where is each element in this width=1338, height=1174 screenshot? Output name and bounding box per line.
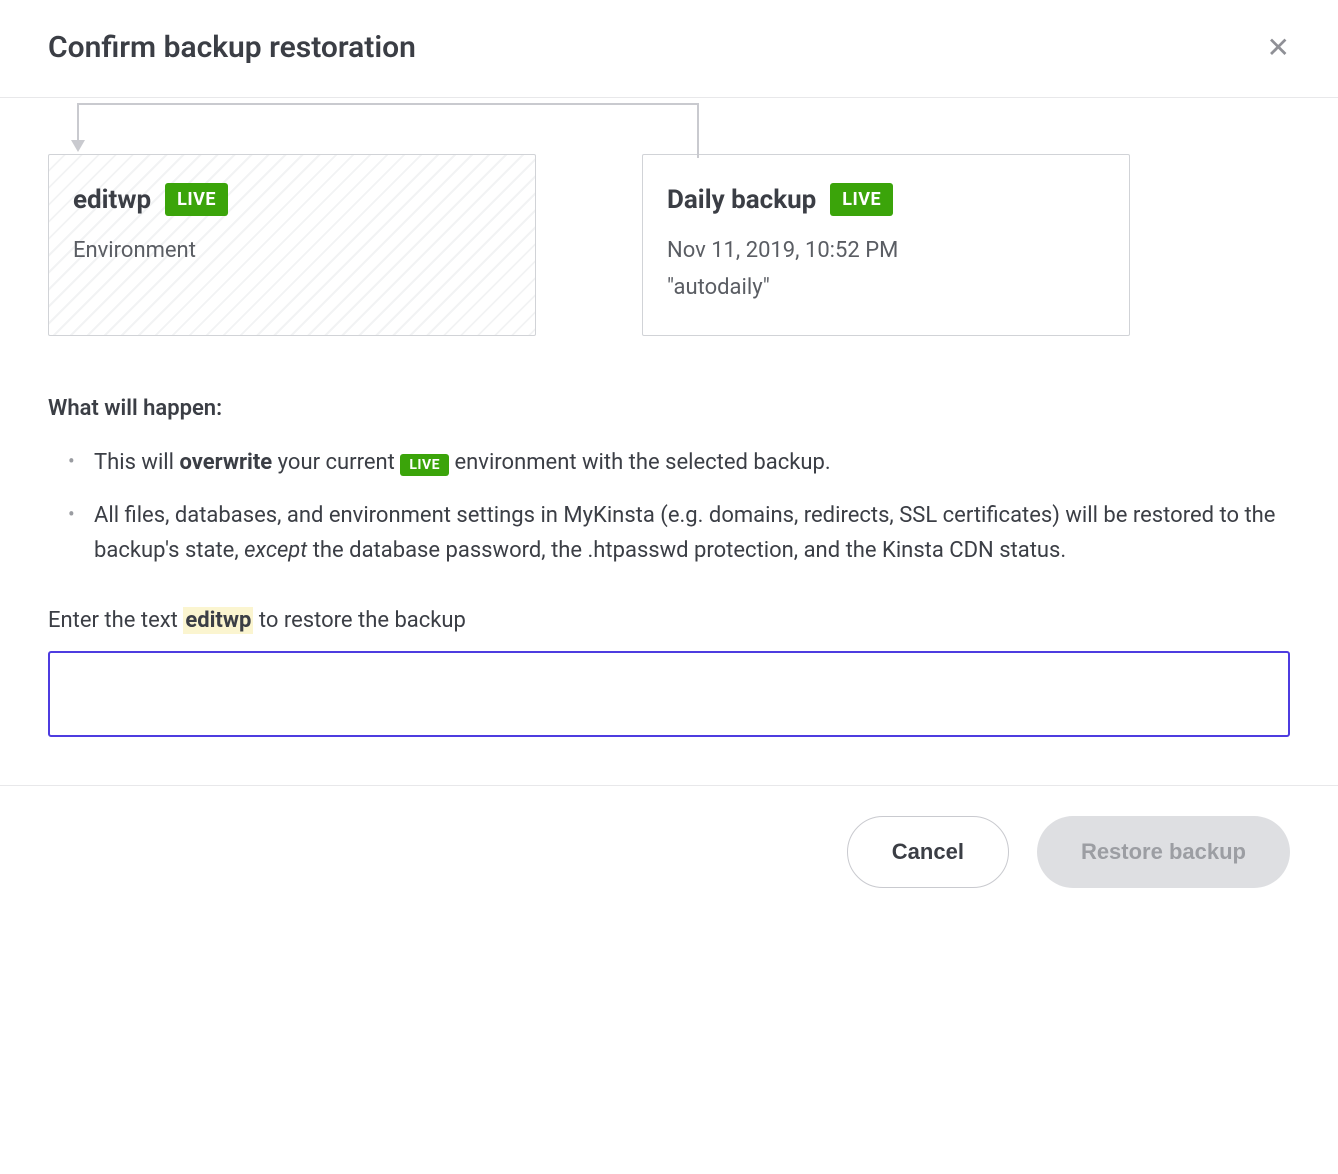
text: environment with the selected backup. [449, 450, 831, 475]
list-item: All files, databases, and environment se… [94, 498, 1290, 568]
what-will-happen-heading: What will happen: [48, 396, 1290, 421]
text: Enter the text [48, 608, 183, 633]
target-subtitle: Environment [73, 232, 511, 269]
text: the database password, the .htpasswd pro… [307, 538, 1066, 563]
flow-arrow-icon [70, 98, 700, 158]
list-item: This will overwrite your current LIVE en… [94, 445, 1290, 480]
confirm-highlight: editwp [183, 607, 253, 634]
source-title: Daily backup [667, 185, 816, 215]
modal-title: Confirm backup restoration [48, 30, 416, 65]
cancel-button[interactable]: Cancel [847, 816, 1009, 888]
confirm-label: Enter the text editwp to restore the bac… [48, 608, 1290, 633]
target-environment-card: editwp LIVE Environment [48, 154, 536, 336]
live-badge: LIVE [830, 183, 893, 216]
except-word: except [244, 538, 307, 563]
confirm-input[interactable] [48, 651, 1290, 737]
live-badge: LIVE [165, 183, 228, 216]
overwrite-word: overwrite [179, 450, 272, 475]
text: to restore the backup [253, 608, 466, 633]
text: your current [272, 450, 400, 475]
target-name: editwp [73, 185, 151, 215]
close-icon[interactable]: ✕ [1267, 34, 1290, 62]
source-timestamp: Nov 11, 2019, 10:52 PM [667, 232, 1105, 269]
source-label: "autodaily" [667, 269, 1105, 306]
restore-backup-button[interactable]: Restore backup [1037, 816, 1290, 888]
live-badge: LIVE [400, 454, 449, 476]
text: This will [94, 450, 179, 475]
source-backup-card: Daily backup LIVE Nov 11, 2019, 10:52 PM… [642, 154, 1130, 336]
